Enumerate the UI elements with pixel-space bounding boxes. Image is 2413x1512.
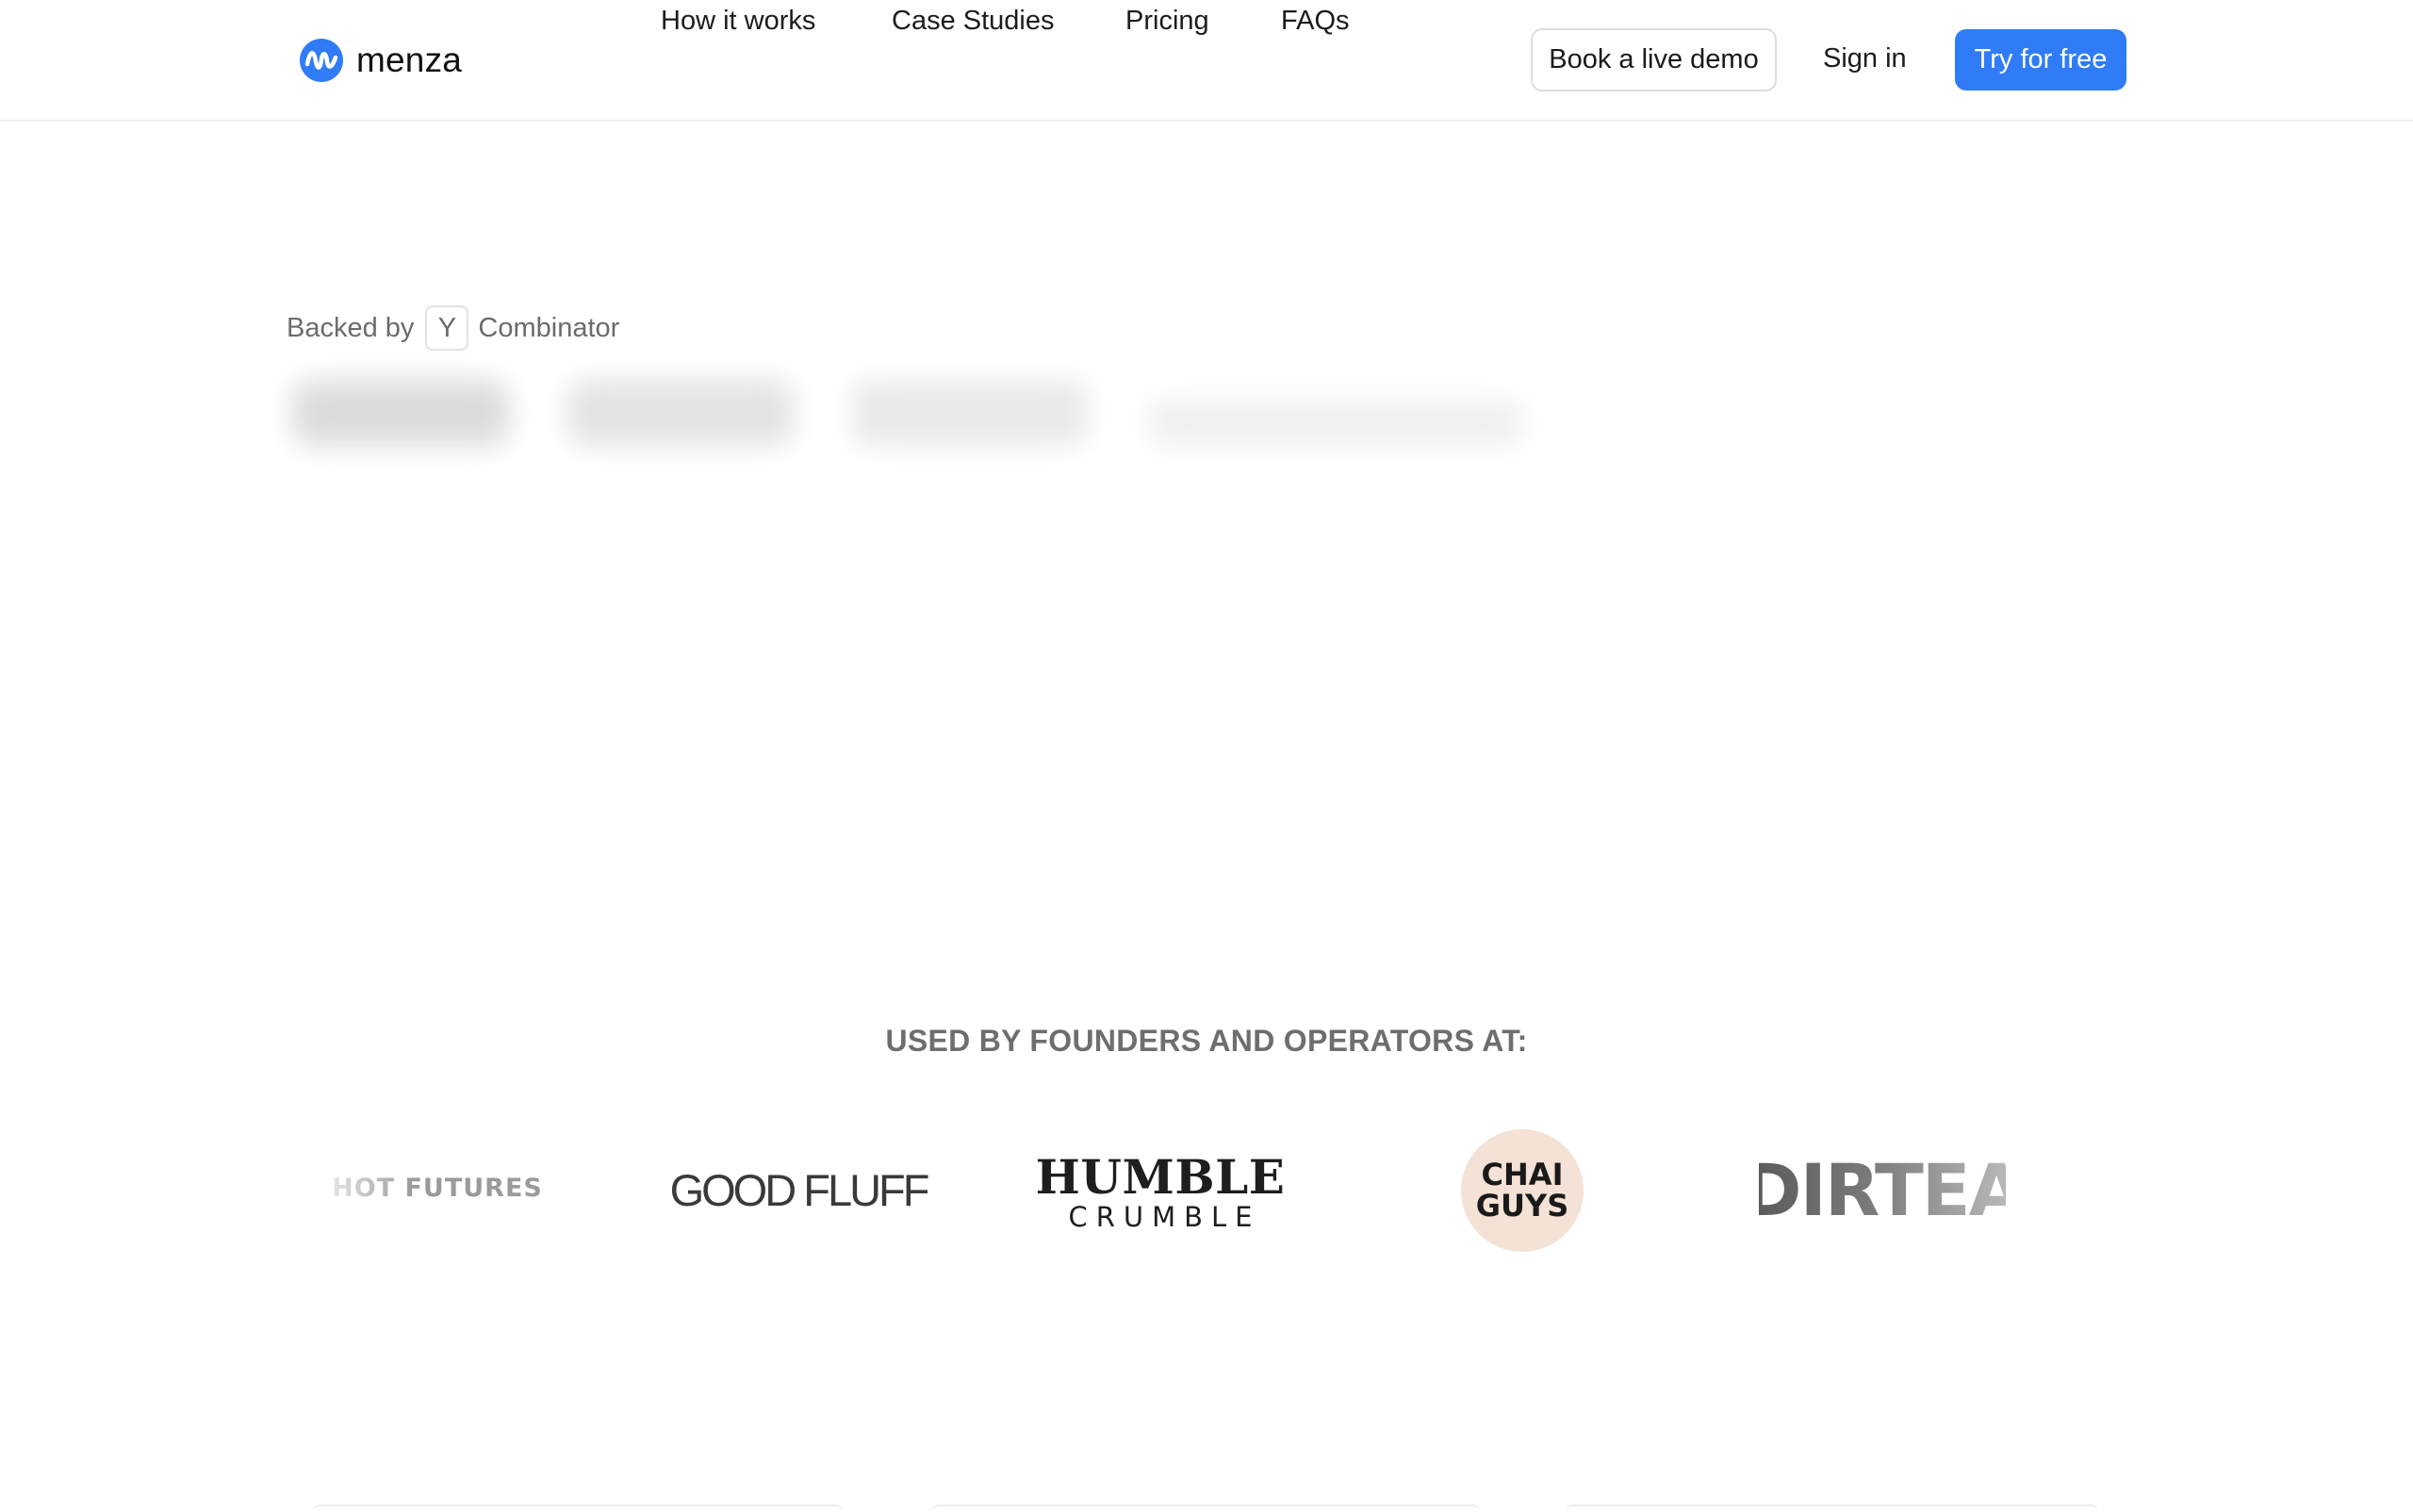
backed-by-yc: Backed by Y Combinator (287, 304, 619, 353)
sign-in-link[interactable]: Sign in (1823, 38, 1907, 79)
backed-by-suffix: Combinator (478, 312, 620, 343)
logo-humble-crumble-bottom: CRUMBLE (1068, 1201, 1261, 1233)
logo-good-fluff: GOOD FLUFF (669, 1164, 930, 1215)
logo-humble-crumble: HUMBLE CRUMBLE (1035, 1144, 1286, 1239)
hero-headline-loading (292, 377, 1524, 481)
yc-logo-icon: Y (425, 305, 469, 351)
menza-wave-icon (300, 39, 343, 82)
card-edge (1565, 1504, 2098, 1512)
nav-pricing[interactable]: Pricing (1125, 0, 1209, 41)
nav-faqs[interactable]: FAQs (1281, 0, 1350, 41)
try-for-free-button[interactable]: Try for free (1955, 29, 2126, 90)
logo-chai-guys-bottom: GUYS (1475, 1188, 1569, 1224)
nav-how-it-works[interactable]: How it works (661, 0, 815, 41)
used-by-heading: USED BY FOUNDERS AND OPERATORS AT: (885, 1024, 1528, 1058)
card-edge (313, 1504, 843, 1512)
card-edge (931, 1504, 1480, 1512)
logo-chai-guys-top: CHAI (1481, 1157, 1564, 1192)
backed-by-prefix: Backed by (287, 312, 415, 343)
logo-dirtea: DIRTEA (1742, 1147, 2024, 1232)
logo-chai-guys: CHAI GUYS (1461, 1129, 1584, 1252)
site-header: menza How it works Case Studies Pricing … (0, 0, 2413, 122)
nav-case-studies[interactable]: Case Studies (892, 0, 1055, 41)
logo-humble-crumble-top: HUMBLE (1035, 1149, 1286, 1205)
book-demo-button[interactable]: Book a live demo (1531, 28, 1777, 91)
brand-logo-link[interactable]: menza (300, 38, 462, 83)
logo-hot-futures: HOT FUTURES (332, 1173, 543, 1203)
brand-name: menza (356, 41, 463, 79)
